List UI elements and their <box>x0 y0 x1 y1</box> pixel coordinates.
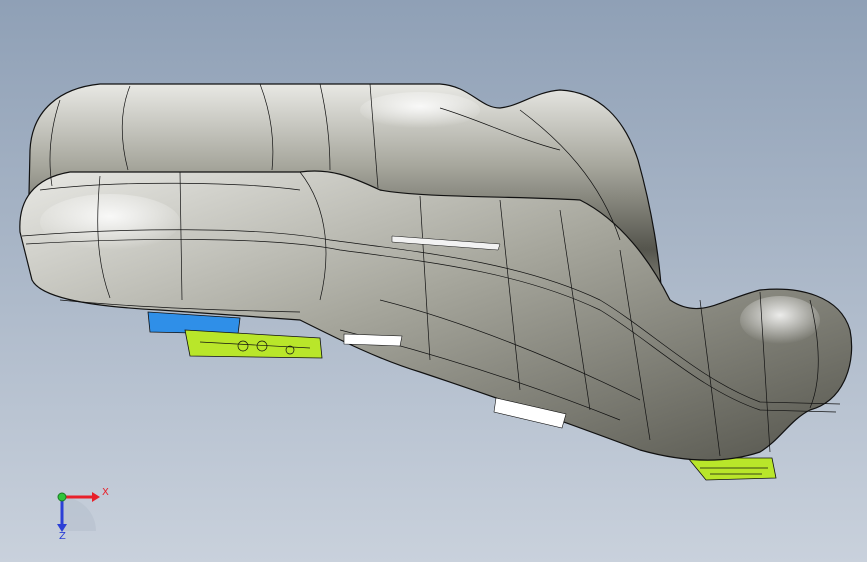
tank-highlight-left <box>40 194 180 250</box>
triad-z-label: Z <box>59 531 66 542</box>
model-scene[interactable] <box>0 0 867 562</box>
graphics-viewport[interactable]: X Z <box>0 0 867 562</box>
tank-highlight-top <box>360 92 480 128</box>
triad-y-axis <box>57 492 67 502</box>
tank-highlight-right <box>740 296 820 344</box>
triad-x-label: X <box>102 487 109 498</box>
label-plate-center <box>343 333 403 347</box>
